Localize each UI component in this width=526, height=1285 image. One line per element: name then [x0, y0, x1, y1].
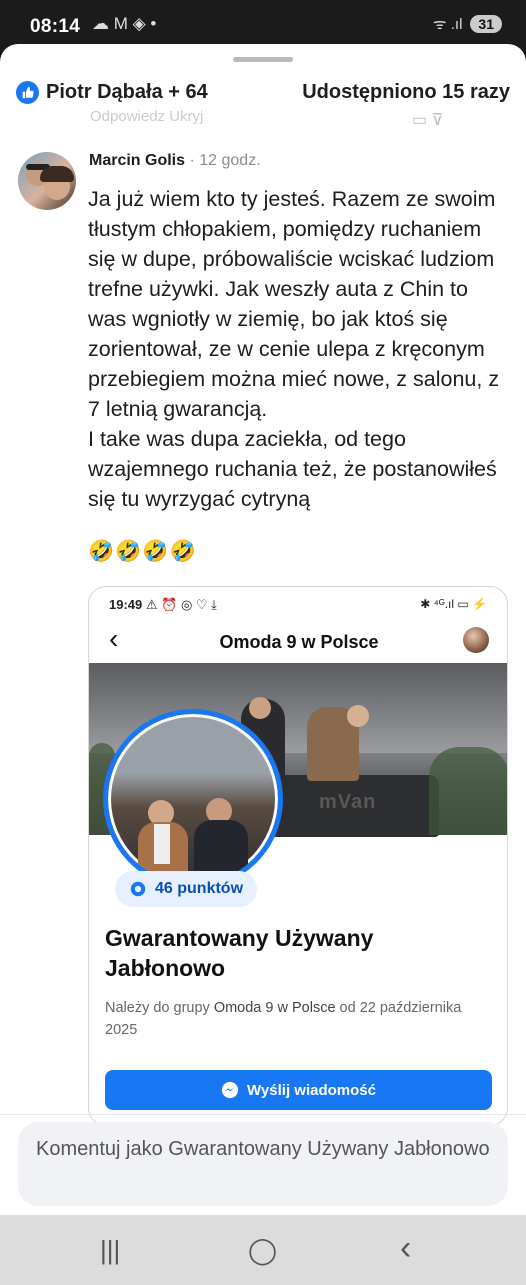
group-name: Gwarantowany Używany Jabłonowo	[105, 925, 374, 981]
input-divider	[0, 1114, 526, 1115]
faded-action-icons: ▭ ⊽	[412, 112, 444, 129]
like-icon	[16, 80, 39, 104]
points-badge[interactable]: 46 punktów	[115, 871, 258, 907]
comments-sheet: Piotr Dąbała + 64 Udostępniono 15 razy O…	[0, 44, 526, 1215]
reactions-row: Piotr Dąbała + 64 Udostępniono 15 razy	[16, 77, 510, 107]
comment-input[interactable]: Komentuj jako Gwarantowany Używany Jabło…	[18, 1122, 508, 1206]
back-button[interactable]: ‹	[400, 1229, 411, 1268]
status-right-icons: ᯤ .ıl 31	[433, 14, 502, 34]
sheet-drag-handle[interactable]	[233, 57, 293, 62]
points-text: 46 punktów	[155, 880, 244, 897]
screenshot-user-avatar	[463, 627, 489, 653]
screenshot-status-icons: ✱ ⁴ᴳ.ıl ▭ ⚡	[420, 597, 487, 611]
laughing-emojis: 🤣🤣🤣🤣	[88, 540, 197, 563]
battery-icon: 31	[470, 15, 502, 33]
shares-count[interactable]: Udostępniono 15 razy	[302, 81, 510, 104]
author-avatar[interactable]	[18, 152, 76, 210]
wifi-signal-icon: ᯤ .ıl	[432, 16, 463, 33]
status-time: 08:14	[30, 16, 81, 37]
screenshot-status-time: 19:49 ⚠ ⏰ ◎ ♡ ⤓	[109, 597, 217, 612]
reactions-summary[interactable]: Piotr Dąbała + 64	[16, 80, 208, 104]
comment-header: Marcin Golis · 12 godz.	[89, 152, 261, 170]
attached-screenshot[interactable]: 19:49 ⚠ ⏰ ◎ ♡ ⤓ ✱ ⁴ᴳ.ıl ▭ ⚡ ‹ Omoda 9 w …	[88, 586, 508, 1126]
cover-vehicle-text: mVan	[319, 791, 377, 813]
send-message-button[interactable]: Wyślij wiadomość	[105, 1070, 492, 1110]
recents-button[interactable]: |||	[100, 1235, 120, 1266]
send-message-label: Wyślij wiadomość	[247, 1081, 376, 1099]
android-nav-bar: ||| ◯ ‹	[0, 1215, 526, 1285]
faded-comment-actions: Odpowiedz Ukryj	[90, 108, 204, 125]
comment-time: · 12 godz.	[189, 152, 261, 169]
comment-text: Ja już wiem kto ty jesteś. Razem ze swoi…	[88, 187, 500, 511]
screenshot-header: ‹ Omoda 9 w Polsce	[89, 619, 507, 663]
reactions-text: Piotr Dąbała + 64	[46, 80, 208, 103]
screenshot-group-title: Omoda 9 w Polsce	[219, 632, 379, 652]
group-membership-info: Należy do grupy Omoda 9 w Polsce od 22 p…	[105, 1000, 462, 1038]
notification-icons: ☁ M ◈ •	[92, 14, 157, 33]
comment-author[interactable]: Marcin Golis	[89, 152, 185, 169]
gear-badge-icon	[130, 881, 146, 897]
home-button[interactable]: ◯	[248, 1235, 277, 1266]
group-profile-photo	[103, 709, 283, 889]
messenger-icon	[221, 1081, 239, 1099]
